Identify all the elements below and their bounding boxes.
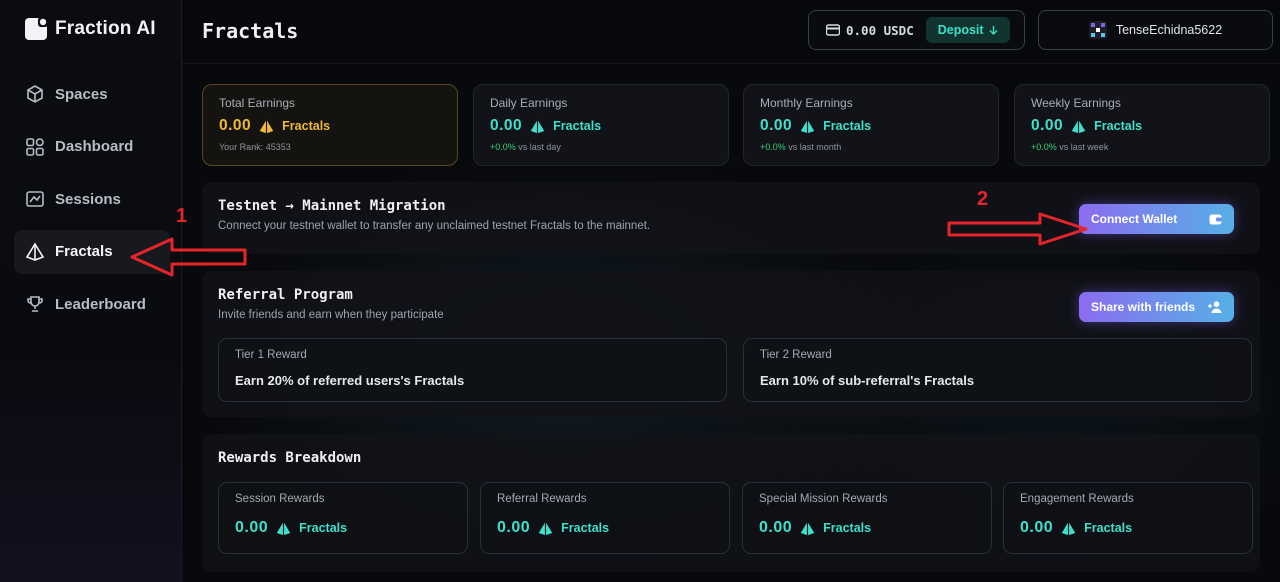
annotation-arrow-right-icon (947, 212, 1088, 246)
usdc-balance: 0.00 USDC (846, 22, 914, 38)
annotation-number-1: 1 (176, 205, 188, 227)
stat-unit: Fractals (1094, 119, 1143, 133)
reward-value: 0.00 (759, 519, 793, 536)
share-with-friends-button[interactable]: Share with friends (1079, 292, 1234, 322)
fractal-icon (25, 241, 45, 261)
sidebar-item-dashboard[interactable]: Dashboard (14, 125, 170, 169)
fractal-token-icon (259, 119, 274, 133)
fractal-token-icon (530, 119, 545, 133)
stat-label: Total Earnings (219, 96, 296, 110)
connect-wallet-label: Connect Wallet (1091, 212, 1178, 226)
stat-value: 0.00 (490, 117, 523, 134)
sidebar-item-leaderboard[interactable]: Leaderboard (14, 282, 170, 326)
special-mission-rewards-card: Special Mission Rewards 0.00 Fractals (742, 482, 992, 554)
change-percent: +0.0% (760, 142, 786, 152)
sidebar-item-label: Spaces (55, 85, 108, 103)
top-header: Fractals 0.00 USDC Deposit TenseEchidna5… (182, 0, 1280, 64)
reward-label: Session Rewards (235, 493, 325, 505)
sidebar-nav: Spaces Dashboard Sessions Fractals Leade… (14, 72, 170, 335)
cube-icon (27, 85, 43, 103)
logo[interactable]: Fraction AI (25, 17, 156, 40)
fractal-token-icon (1061, 521, 1076, 535)
reward-value: 0.00 (1020, 519, 1054, 536)
referral-rewards-card: Referral Rewards 0.00 Fractals (480, 482, 730, 554)
sidebar-item-label: Dashboard (55, 138, 134, 155)
total-earnings-card: Total Earnings 0.00 Fractals Your Rank: … (202, 84, 458, 166)
tier-2-card: Tier 2 Reward Earn 10% of sub-referral's… (743, 338, 1252, 402)
change-text: vs last day (518, 142, 561, 152)
stat-value: 0.00 (219, 117, 252, 134)
user-profile-button[interactable]: TenseEchidna5622 (1038, 10, 1273, 50)
trophy-icon (27, 296, 43, 312)
stat-label: Monthly Earnings (760, 96, 853, 110)
change-percent: +0.0% (1031, 142, 1057, 152)
fractal-token-icon (1071, 119, 1086, 133)
reward-label: Engagement Rewards (1020, 493, 1134, 505)
migration-panel: Testnet → Mainnet Migration Connect your… (202, 182, 1260, 254)
change-percent: +0.0% (490, 142, 516, 152)
tier-label: Tier 1 Reward (235, 349, 307, 361)
sidebar-item-sessions[interactable]: Sessions (14, 177, 170, 221)
fractal-token-icon (800, 119, 815, 133)
stat-value: 0.00 (760, 117, 793, 134)
deposit-label: Deposit (937, 23, 984, 37)
referral-panel: Referral Program Invite friends and earn… (202, 271, 1260, 417)
wallet-icon (826, 24, 840, 36)
tier-text: Earn 20% of referred users's Fractals (235, 373, 465, 388)
reward-label: Special Mission Rewards (759, 493, 888, 505)
change-text: vs last month (788, 142, 842, 152)
reward-value: 0.00 (235, 519, 269, 536)
wallet-balance-box: 0.00 USDC Deposit (808, 10, 1025, 50)
stat-value: 0.00 (1031, 117, 1064, 134)
reward-unit: Fractals (1084, 521, 1133, 535)
sidebar-item-label: Fractals (55, 243, 113, 260)
rewards-panel: Rewards Breakdown Session Rewards 0.00 F… (202, 434, 1260, 572)
deposit-button[interactable]: Deposit (925, 17, 1010, 43)
app-name: Fraction AI (55, 18, 156, 39)
reward-unit: Fractals (823, 521, 872, 535)
sessions-icon (26, 191, 44, 207)
connect-wallet-button[interactable]: Connect Wallet (1079, 204, 1234, 234)
session-rewards-card: Session Rewards 0.00 Fractals (218, 482, 468, 554)
stat-unit: Fractals (553, 119, 602, 133)
username: TenseEchidna5622 (1115, 23, 1223, 37)
arrow-down-icon (989, 26, 998, 35)
sidebar-item-spaces[interactable]: Spaces (14, 72, 170, 116)
annotation-number-2: 2 (977, 188, 989, 210)
sidebar-item-label: Sessions (55, 190, 121, 208)
reward-unit: Fractals (561, 521, 610, 535)
avatar (1088, 21, 1107, 39)
sidebar-item-label: Leaderboard (55, 295, 146, 313)
reward-label: Referral Rewards (497, 493, 587, 505)
main-content: Total Earnings 0.00 Fractals Your Rank: … (182, 64, 1280, 582)
tier-label: Tier 2 Reward (760, 349, 832, 361)
engagement-rewards-card: Engagement Rewards 0.00 Fractals (1003, 482, 1253, 554)
daily-earnings-card: Daily Earnings 0.00 Fractals +0.0% vs la… (473, 84, 729, 166)
page-title: Fractals (202, 19, 299, 43)
weekly-earnings-card: Weekly Earnings 0.00 Fractals +0.0% vs l… (1014, 84, 1270, 166)
stat-label: Weekly Earnings (1031, 96, 1121, 110)
share-label: Share with friends (1091, 300, 1196, 314)
rank-text: Your Rank: 45353 (219, 142, 291, 152)
tier-1-card: Tier 1 Reward Earn 20% of referred users… (218, 338, 727, 402)
fractal-token-icon (538, 521, 553, 535)
reward-unit: Fractals (299, 521, 348, 535)
stat-unit: Fractals (823, 119, 872, 133)
change-text: vs last week (1059, 142, 1109, 152)
tier-text: Earn 10% of sub-referral's Fractals (760, 373, 975, 388)
stat-label: Daily Earnings (490, 96, 568, 110)
fraction-logo-icon (25, 17, 48, 40)
monthly-earnings-card: Monthly Earnings 0.00 Fractals +0.0% vs … (743, 84, 999, 166)
annotation-arrow-left-icon (130, 237, 247, 277)
fractal-token-icon (800, 521, 815, 535)
fractal-token-icon (276, 521, 291, 535)
wallet-icon (1209, 214, 1222, 224)
grid-icon (26, 137, 44, 156)
add-user-icon (1208, 301, 1222, 313)
rewards-title: Rewards Breakdown (218, 450, 362, 466)
stat-unit: Fractals (282, 119, 331, 133)
sidebar: Fraction AI Spaces Dashboard Sessions Fr… (0, 0, 182, 582)
reward-value: 0.00 (497, 519, 531, 536)
